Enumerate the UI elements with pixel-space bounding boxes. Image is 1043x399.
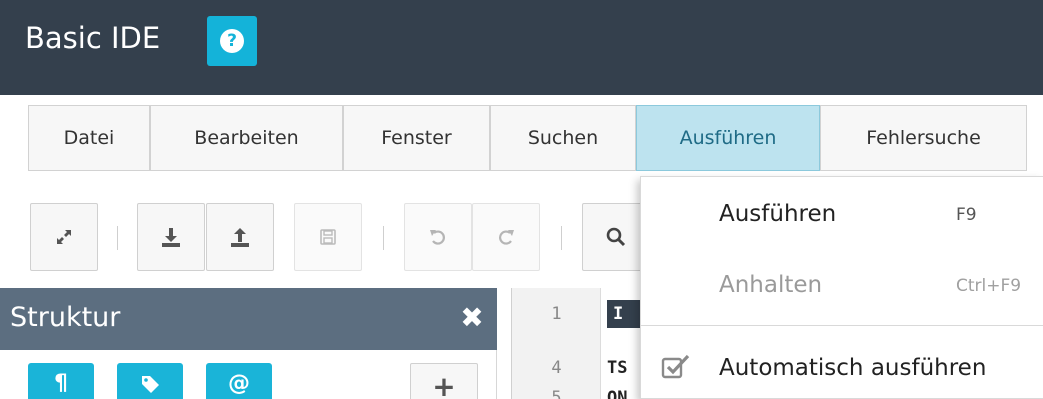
paragraph-icon: ¶ xyxy=(54,371,68,396)
plus-icon: + xyxy=(432,370,456,399)
line-gutter: 1 4 5 xyxy=(512,288,601,399)
download-button[interactable] xyxy=(137,203,205,271)
toolbar-separator xyxy=(561,226,562,250)
menu-bar: Datei Bearbeiten Fenster Suchen Ausführe… xyxy=(0,95,1043,185)
close-icon[interactable]: ✖ xyxy=(458,304,486,332)
expand-icon xyxy=(57,230,71,244)
line-number: 4 xyxy=(551,358,562,378)
menu-fenster[interactable]: Fenster xyxy=(343,105,490,171)
splitter[interactable] xyxy=(497,288,511,399)
at-icon: @ xyxy=(228,371,250,396)
structure-panel-header: Struktur ✖ xyxy=(0,288,497,350)
line-number: 1 xyxy=(551,304,562,324)
menu-ausfuehren[interactable]: Ausführen xyxy=(636,105,820,171)
redo-icon xyxy=(499,230,514,245)
menu-bearbeiten[interactable]: Bearbeiten xyxy=(150,105,343,171)
expand-button[interactable] xyxy=(30,203,98,271)
upload-button[interactable] xyxy=(206,203,274,271)
undo-button[interactable] xyxy=(404,203,472,271)
redo-button[interactable] xyxy=(472,203,540,271)
checkbox-checked-icon[interactable] xyxy=(661,353,691,381)
menu-item-automatisch-ausfuehren[interactable]: Automatisch ausführen xyxy=(719,355,986,381)
code-line: I xyxy=(607,300,642,328)
menu-item-ausfuehren[interactable]: Ausführen xyxy=(719,201,836,227)
structure-panel-title: Struktur xyxy=(10,302,121,333)
menu-fehlersuche[interactable]: Fehlersuche xyxy=(820,105,1027,171)
structure-panel-body: ¶ @ + xyxy=(0,350,497,399)
app-title: Basic IDE xyxy=(25,21,161,55)
shortcut-label: F9 xyxy=(956,205,977,225)
code-editor[interactable]: 1 4 5 I TS ON xyxy=(511,288,642,399)
title-bar: Basic IDE ? xyxy=(0,0,1043,95)
menu-divider xyxy=(641,325,1043,326)
tag-icon xyxy=(142,376,159,393)
save-button[interactable] xyxy=(294,203,362,271)
code-line: ON xyxy=(607,388,628,399)
save-icon xyxy=(320,229,336,245)
tag-button[interactable] xyxy=(117,363,183,399)
upload-icon xyxy=(231,228,249,247)
toolbar-separator xyxy=(117,226,118,250)
download-icon xyxy=(162,228,180,247)
help-button[interactable]: ? xyxy=(207,16,257,66)
search-icon xyxy=(606,227,626,247)
menu-item-anhalten[interactable]: Anhalten xyxy=(719,272,822,298)
paragraph-button[interactable]: ¶ xyxy=(28,363,94,399)
line-number: 5 xyxy=(551,388,562,399)
shortcut-label: Ctrl+F9 xyxy=(956,276,1022,296)
question-circle-icon: ? xyxy=(220,29,244,53)
add-button[interactable]: + xyxy=(410,363,478,399)
undo-icon xyxy=(430,230,445,245)
toolbar-separator xyxy=(383,226,384,250)
at-button[interactable]: @ xyxy=(206,363,272,399)
run-menu-dropdown: Ausführen F9 Anhalten Ctrl+F9 Automatisc… xyxy=(640,176,1043,399)
code-line: TS xyxy=(607,358,628,378)
menu-datei[interactable]: Datei xyxy=(28,105,150,171)
menu-suchen[interactable]: Suchen xyxy=(490,105,636,171)
